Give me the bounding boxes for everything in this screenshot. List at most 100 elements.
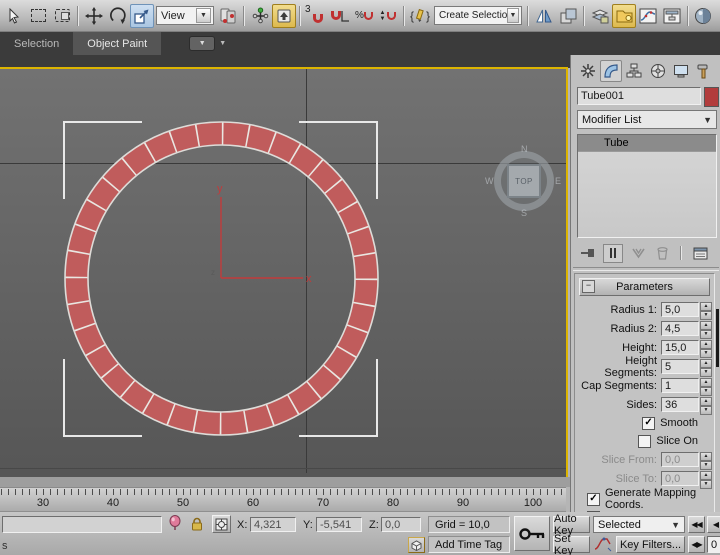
show-end-result-button[interactable] bbox=[603, 244, 623, 263]
spinner-up-icon[interactable]: ▲ bbox=[700, 321, 712, 330]
timeline-track-bar[interactable]: 30 40 50 60 70 80 90 100 bbox=[0, 487, 566, 512]
height-field[interactable]: 15,0 bbox=[661, 340, 699, 355]
angle-snap-toggle-button[interactable] bbox=[328, 4, 352, 28]
viewcube-top-face[interactable]: TOP bbox=[507, 164, 541, 198]
sides-field[interactable]: 36 bbox=[661, 397, 699, 412]
spinner-up-icon[interactable]: ▲ bbox=[700, 378, 712, 387]
rectangular-selection-region-button[interactable] bbox=[26, 4, 50, 28]
status-prompt-field[interactable] bbox=[2, 516, 162, 533]
reference-coordinate-system-dropdown[interactable]: View ▼ bbox=[156, 6, 214, 25]
viewcube[interactable]: TOP N S W E bbox=[494, 151, 554, 211]
sides-spinner[interactable]: ▲▼ bbox=[700, 397, 712, 412]
align-button[interactable] bbox=[556, 4, 580, 28]
modifier-list-dropdown[interactable]: Modifier List ▼ bbox=[577, 110, 717, 129]
cap-segments-field[interactable]: 1 bbox=[661, 378, 699, 393]
remove-modifier-button[interactable] bbox=[653, 245, 671, 262]
cap-segments-spinner[interactable]: ▲▼ bbox=[700, 378, 712, 393]
slice-to-spinner: ▲▼ bbox=[700, 471, 712, 486]
pin-stack-button[interactable] bbox=[579, 245, 597, 262]
make-unique-button[interactable] bbox=[629, 245, 647, 262]
viewcube-south-label: S bbox=[521, 208, 527, 218]
material-editor-button[interactable] bbox=[692, 4, 714, 28]
spinner-down-icon[interactable]: ▼ bbox=[700, 349, 712, 358]
named-selection-sets-dropdown[interactable]: Create Selection Se ▼ bbox=[434, 6, 522, 25]
generate-mapping-checkbox[interactable]: ✓ bbox=[587, 493, 600, 506]
spinner-up-icon[interactable]: ▲ bbox=[700, 340, 712, 349]
window-crossing-toggle-button[interactable] bbox=[50, 4, 74, 28]
use-pivot-point-center-button[interactable] bbox=[216, 4, 240, 28]
viewport-top[interactable]: y x z (function(){ const d=JSON.parse(do… bbox=[0, 67, 568, 479]
slice-from-field: 0,0 bbox=[661, 452, 699, 467]
isolate-selection-icon[interactable] bbox=[168, 515, 182, 536]
set-keys-button[interactable] bbox=[514, 516, 550, 551]
spinner-up-icon[interactable]: ▲ bbox=[700, 302, 712, 311]
spinner-down-icon[interactable]: ▼ bbox=[700, 368, 712, 377]
time-tag-cube-button[interactable] bbox=[408, 537, 425, 553]
default-tangent-button[interactable] bbox=[594, 536, 612, 555]
snap-toggle-3d-button[interactable]: 3 bbox=[304, 4, 328, 28]
radius2-field[interactable]: 4,5 bbox=[661, 321, 699, 336]
graphite-modeling-tools-toggle[interactable] bbox=[612, 4, 636, 28]
selection-lock-icon[interactable] bbox=[190, 517, 204, 535]
slice-on-checkbox[interactable] bbox=[638, 435, 651, 448]
select-and-move-button[interactable] bbox=[82, 4, 106, 28]
radius1-spinner[interactable]: ▲▼ bbox=[700, 302, 712, 317]
spinner-down-icon[interactable]: ▼ bbox=[700, 330, 712, 339]
spinner-up-icon[interactable]: ▲ bbox=[700, 359, 712, 368]
ribbon-minimize-button[interactable]: ▼ bbox=[189, 36, 215, 51]
percent-snap-toggle-button[interactable]: % bbox=[352, 4, 376, 28]
select-and-scale-button[interactable] bbox=[130, 4, 154, 28]
tab-modify[interactable] bbox=[600, 60, 622, 82]
key-filters-button[interactable]: Key Filters... bbox=[616, 536, 685, 553]
add-time-tag[interactable]: Add Time Tag bbox=[428, 536, 510, 553]
keyboard-shortcut-override-toggle[interactable] bbox=[272, 4, 296, 28]
tab-create[interactable] bbox=[577, 60, 599, 82]
x-coord-field[interactable]: 4,321 bbox=[250, 517, 296, 532]
set-key-button[interactable]: Set Key bbox=[553, 536, 590, 553]
schematic-view-button[interactable] bbox=[660, 4, 684, 28]
object-name-field[interactable]: Tube001 bbox=[577, 87, 701, 105]
prompt-line-text: s bbox=[2, 540, 8, 552]
spinner-up-icon[interactable]: ▲ bbox=[700, 397, 712, 406]
height-segments-field[interactable]: 5 bbox=[661, 359, 699, 374]
ribbon-tab-object-paint[interactable]: Object Paint bbox=[73, 32, 161, 55]
manage-layers-button[interactable] bbox=[588, 4, 612, 28]
ribbon-tab-selection[interactable]: Selection bbox=[0, 32, 73, 55]
y-coord-field[interactable]: -5,541 bbox=[316, 517, 362, 532]
parameters-rollout-header[interactable]: − Parameters bbox=[579, 278, 710, 296]
smooth-checkbox[interactable]: ✓ bbox=[642, 417, 655, 430]
tab-utilities[interactable] bbox=[693, 60, 715, 82]
spinner-down-icon[interactable]: ▼ bbox=[700, 387, 712, 396]
go-to-start-button[interactable]: ◀◀ bbox=[688, 516, 705, 533]
select-object-icon[interactable] bbox=[2, 4, 26, 28]
configure-modifier-sets-button[interactable] bbox=[691, 245, 709, 262]
tab-hierarchy[interactable] bbox=[623, 60, 645, 82]
param-label: Cap Segments: bbox=[575, 380, 657, 392]
spinner-snap-toggle-button[interactable]: ▲▼ bbox=[376, 4, 400, 28]
select-and-rotate-button[interactable] bbox=[106, 4, 130, 28]
previous-key-button[interactable]: ◀▶ bbox=[688, 536, 705, 553]
set-key-label: Set Key bbox=[554, 533, 589, 555]
spinner-down-icon[interactable]: ▼ bbox=[700, 311, 712, 320]
tab-display[interactable] bbox=[670, 60, 692, 82]
rollout-scrollbar[interactable] bbox=[716, 309, 719, 367]
select-and-manipulate-button[interactable] bbox=[248, 4, 272, 28]
ribbon-flyout-arrow-icon[interactable]: ▼ bbox=[219, 40, 226, 47]
tab-motion[interactable] bbox=[647, 60, 669, 82]
absolute-offset-mode-toggle[interactable] bbox=[212, 515, 231, 533]
z-coord-field[interactable]: 0,0 bbox=[381, 517, 421, 532]
selected-dropdown[interactable]: Selected▼ bbox=[593, 516, 685, 533]
stack-item-tube[interactable]: Tube bbox=[578, 135, 716, 152]
height-spinner[interactable]: ▲▼ bbox=[700, 340, 712, 355]
object-color-swatch[interactable] bbox=[704, 87, 719, 107]
radius2-spinner[interactable]: ▲▼ bbox=[700, 321, 712, 336]
auto-key-button[interactable]: Auto Key bbox=[553, 516, 590, 533]
edit-named-selection-sets-button[interactable]: { } bbox=[408, 4, 432, 28]
radius1-field[interactable]: 5,0 bbox=[661, 302, 699, 317]
spinner-down-icon[interactable]: ▼ bbox=[700, 406, 712, 415]
mirror-button[interactable] bbox=[532, 4, 556, 28]
height-segments-spinner[interactable]: ▲▼ bbox=[700, 359, 712, 374]
current-frame-field[interactable]: 0 bbox=[707, 536, 720, 553]
curve-editor-button[interactable] bbox=[636, 4, 660, 28]
previous-frame-button[interactable]: ◀ bbox=[707, 516, 720, 533]
